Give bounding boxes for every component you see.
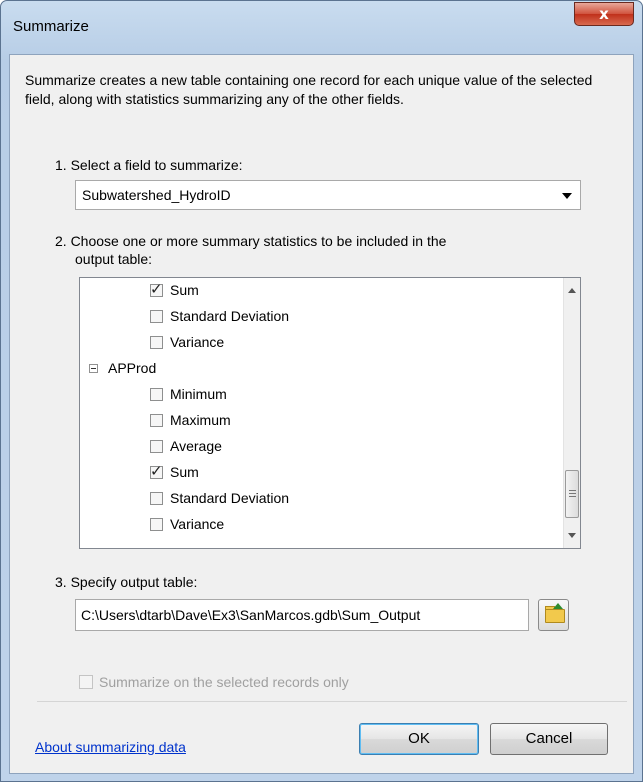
scroll-down-arrow-icon[interactable]	[568, 533, 576, 538]
arrow-up-icon	[553, 603, 563, 609]
list-item[interactable]: Variance	[150, 513, 224, 535]
list-item-label: Standard Deviation	[170, 308, 290, 324]
grip-line	[569, 490, 576, 491]
list-item[interactable]: Minimum	[150, 383, 227, 405]
summarize-dialog: Summarize x Summarize creates a new tabl…	[0, 0, 643, 782]
list-item-label: Sum	[170, 464, 199, 480]
help-link[interactable]: About summarizing data	[35, 739, 186, 755]
list-item-label: Variance	[170, 516, 225, 532]
cancel-button[interactable]: Cancel	[490, 723, 608, 755]
list-item-label: Maximum	[170, 412, 231, 428]
grip-line	[569, 496, 576, 497]
close-button[interactable]: x	[574, 2, 634, 26]
field-select-value: Subwatershed_HydroID	[82, 187, 231, 203]
list-item-label: Sum	[170, 282, 199, 298]
checkbox[interactable]	[150, 413, 163, 427]
checkbox[interactable]	[150, 387, 163, 401]
tree-group-approd[interactable]: APProd	[89, 357, 156, 379]
selected-records-checkbox[interactable]	[79, 675, 93, 689]
output-table-value: C:\Users\dtarb\Dave\Ex3\SanMarcos.gdb\Su…	[81, 607, 421, 623]
step3-label: 3. Specify output table:	[55, 574, 198, 590]
list-item[interactable]: Standard Deviation	[150, 487, 289, 509]
list-item[interactable]: ✓ Sum	[150, 461, 199, 483]
checkbox[interactable]: ✓	[150, 462, 163, 480]
selected-records-option[interactable]: Summarize on the selected records only	[79, 674, 349, 690]
checkbox[interactable]	[150, 517, 163, 531]
statistics-tree-list[interactable]: ✓ Sum Standard Deviation Variance APProd…	[79, 277, 581, 549]
step2-label-line2: output table:	[75, 251, 153, 267]
checkbox[interactable]: ✓	[150, 280, 163, 298]
checkbox[interactable]	[150, 309, 163, 323]
open-folder-icon	[545, 609, 565, 623]
selected-records-label: Summarize on the selected records only	[99, 674, 349, 690]
collapse-icon[interactable]	[89, 363, 98, 373]
list-item[interactable]: ✓ Sum	[150, 279, 199, 301]
output-table-input[interactable]: C:\Users\dtarb\Dave\Ex3\SanMarcos.gdb\Su…	[75, 599, 529, 631]
ok-button[interactable]: OK	[359, 723, 479, 755]
browse-button[interactable]	[538, 599, 569, 631]
checkmark-icon: ✓	[150, 461, 163, 480]
dropdown-arrow-icon[interactable]	[562, 193, 572, 199]
step1-label: 1. Select a field to summarize:	[55, 157, 243, 173]
divider	[37, 701, 627, 702]
checkmark-icon: ✓	[150, 279, 163, 298]
list-item-label: Variance	[170, 334, 225, 350]
list-item[interactable]: Variance	[150, 331, 224, 353]
scroll-up-arrow-icon[interactable]	[568, 288, 576, 293]
field-select-dropdown[interactable]: Subwatershed_HydroID	[75, 180, 581, 210]
title-bar[interactable]: Summarize x	[1, 1, 642, 47]
checkbox[interactable]	[150, 439, 163, 453]
scrollbar-thumb[interactable]	[565, 470, 579, 518]
tree-group-label: APProd	[108, 360, 157, 376]
grip-line	[569, 493, 576, 494]
checkbox[interactable]	[150, 491, 163, 505]
list-item-label: Standard Deviation	[170, 490, 290, 506]
step2-label-line1: 2. Choose one or more summary statistics…	[55, 233, 447, 249]
window-title: Summarize	[13, 18, 89, 35]
list-item[interactable]: Standard Deviation	[150, 305, 289, 327]
checkbox[interactable]	[150, 335, 163, 349]
dialog-description: Summarize creates a new table containing…	[25, 72, 593, 107]
list-item[interactable]: Maximum	[150, 409, 231, 431]
list-item-label: Minimum	[170, 386, 227, 402]
vertical-scrollbar[interactable]	[563, 278, 580, 548]
list-item[interactable]: Average	[150, 435, 222, 457]
list-item-label: Average	[170, 438, 222, 454]
